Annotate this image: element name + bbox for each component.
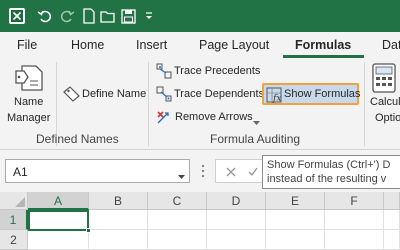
open-folder-icon[interactable] [99, 7, 117, 25]
select-all-corner[interactable] [0, 192, 28, 210]
chevron-down-icon[interactable] [253, 115, 260, 129]
cell-f1[interactable] [325, 210, 384, 230]
cell-b1[interactable] [89, 210, 148, 230]
define-name-button[interactable]: Define Name [82, 88, 146, 100]
tab-data[interactable]: Dat [382, 38, 400, 52]
cell-e1[interactable] [266, 210, 325, 230]
group-label-formula-auditing: Formula Auditing [210, 132, 301, 146]
svg-text:fx: fx [272, 94, 281, 103]
column-header-a[interactable]: A [28, 192, 89, 210]
ribbon: Name Manager Define Name Defined Names T… [0, 58, 400, 150]
trace-dependents-icon[interactable] [156, 86, 172, 105]
name-manager-label-2[interactable]: Manager [7, 112, 50, 124]
tab-home[interactable]: Home [71, 38, 104, 52]
trace-precedents-icon[interactable] [156, 63, 172, 82]
row-header-1[interactable]: 1 [0, 210, 28, 230]
show-formulas-tooltip: Show Formulas (Ctrl+') D instead of the … [262, 155, 400, 189]
save-icon[interactable] [119, 7, 137, 25]
chevron-down-icon[interactable] [178, 169, 185, 183]
title-bar [0, 0, 400, 32]
tooltip-line-2: instead of the resulting v [267, 173, 387, 185]
name-manager-label-1[interactable]: Name [14, 96, 43, 108]
cell-g1[interactable] [384, 210, 400, 230]
cancel-icon[interactable] [226, 166, 236, 180]
tab-insert[interactable]: Insert [136, 38, 167, 52]
tab-page-layout[interactable]: Page Layout [199, 38, 269, 52]
group-label-defined-names: Defined Names [36, 132, 119, 146]
column-header-e[interactable]: E [266, 192, 325, 210]
new-file-icon[interactable] [80, 7, 98, 25]
active-cell-outline [28, 210, 89, 231]
formula-buttons [215, 159, 265, 183]
calculation-options-label-1[interactable]: Calcula [370, 96, 400, 108]
tab-formulas[interactable]: Formulas [295, 38, 351, 52]
calculator-icon[interactable] [372, 63, 396, 96]
cell-d1[interactable] [207, 210, 266, 230]
fill-handle[interactable] [86, 228, 91, 233]
cell-g2[interactable] [384, 230, 400, 250]
remove-arrows-button[interactable]: Remove Arrows [175, 111, 253, 123]
name-box[interactable]: A1 [5, 159, 190, 183]
column-header-d[interactable]: D [207, 192, 266, 210]
column-header-c[interactable]: C [148, 192, 207, 210]
excel-logo-icon [8, 7, 26, 25]
more-options-icon[interactable] [201, 164, 205, 181]
column-header-b[interactable]: B [89, 192, 148, 210]
cell-f2[interactable] [325, 230, 384, 250]
show-formulas-button[interactable]: fx Show Formulas [262, 83, 361, 106]
cell-b2[interactable] [89, 230, 148, 250]
redo-icon[interactable] [58, 7, 76, 25]
name-manager-icon[interactable] [14, 63, 44, 96]
cell-c2[interactable] [148, 230, 207, 250]
calculation-options-label-2[interactable]: Optio [375, 112, 400, 124]
customize-icon[interactable] [140, 7, 158, 25]
column-header-g[interactable] [384, 192, 400, 210]
remove-arrows-icon[interactable] [156, 109, 172, 128]
trace-precedents-button[interactable]: Trace Precedents [174, 65, 260, 77]
tooltip-line-1: Show Formulas (Ctrl+') D [267, 159, 391, 171]
define-name-icon[interactable] [63, 86, 81, 105]
cell-e2[interactable] [266, 230, 325, 250]
tab-file[interactable]: File [17, 38, 37, 52]
undo-icon[interactable] [36, 7, 54, 25]
show-formulas-label: Show Formulas [284, 88, 361, 100]
enter-icon[interactable] [248, 166, 258, 180]
cell-c1[interactable] [148, 210, 207, 230]
show-formulas-icon: fx [266, 87, 282, 106]
divider [364, 62, 365, 146]
trace-dependents-button[interactable]: Trace Dependents [174, 88, 264, 100]
cell-a2[interactable] [28, 230, 89, 250]
divider [148, 62, 149, 146]
cell-d2[interactable] [207, 230, 266, 250]
name-box-value: A1 [13, 165, 28, 179]
column-header-f[interactable]: F [325, 192, 384, 210]
row-header-2[interactable]: 2 [0, 230, 28, 250]
